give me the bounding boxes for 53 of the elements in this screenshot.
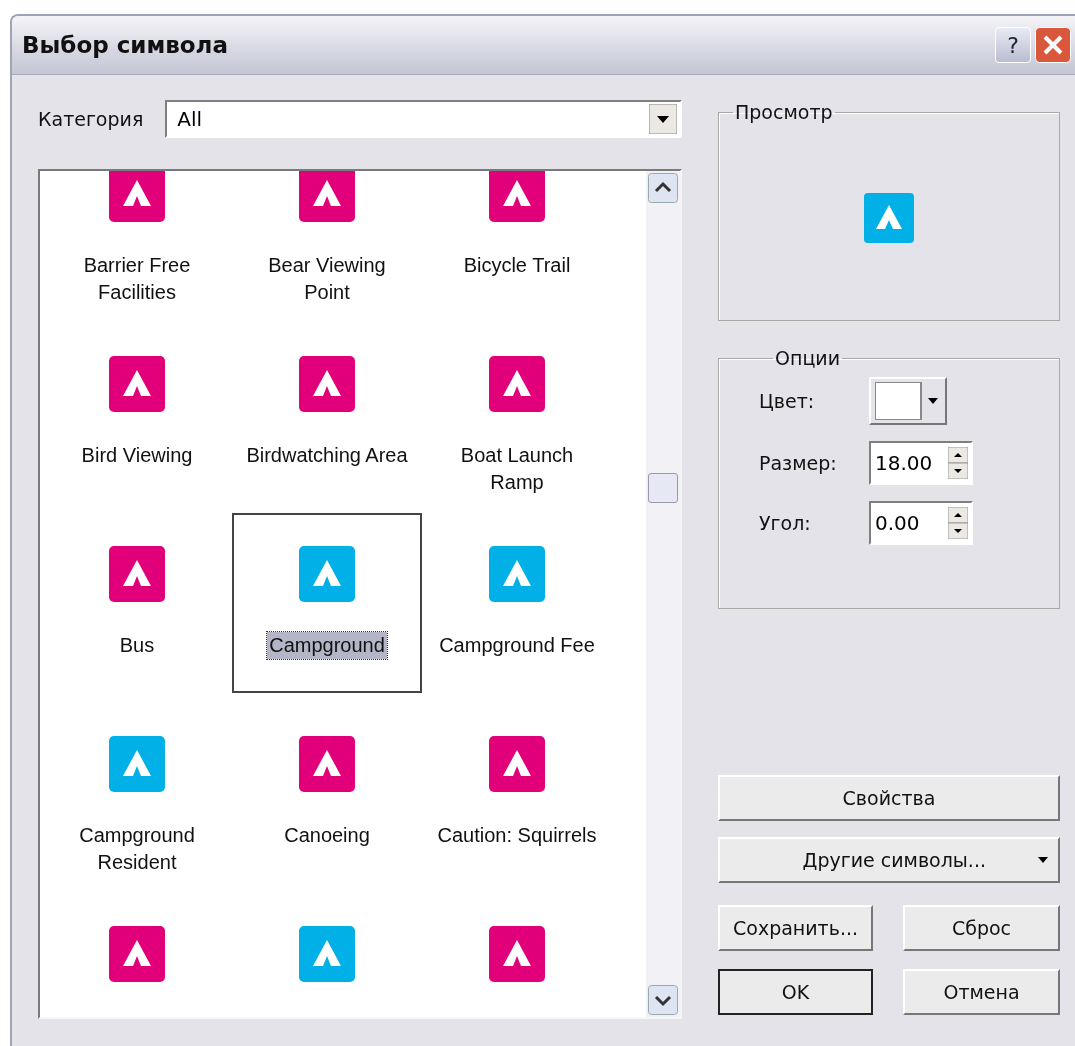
symbol-item[interactable]: Bicycle Trail [422, 171, 612, 323]
save-button[interactable]: Сохранить... [718, 905, 873, 951]
symbol-item[interactable]: Campground [232, 513, 422, 693]
more-symbols-button[interactable]: Другие символы... [718, 837, 1060, 883]
cancel-button[interactable]: Отмена [903, 969, 1060, 1015]
scroll-up-button[interactable] [648, 173, 678, 203]
symbol-item[interactable]: Campground Fee [422, 513, 612, 703]
scroll-down-button[interactable] [648, 985, 678, 1015]
scroll-thumb[interactable] [648, 473, 678, 503]
color-swatch [875, 382, 922, 420]
symbol-item[interactable]: Caution: Squirrels [422, 703, 612, 893]
symbol-item[interactable]: Bear Viewing Point [232, 171, 422, 323]
symbol-label: Campground [267, 632, 387, 659]
symbol-label: Bus [119, 633, 155, 658]
color-picker-button[interactable] [869, 377, 947, 425]
scrollbar[interactable] [646, 171, 680, 1017]
properties-button[interactable]: Свойства [718, 775, 1060, 821]
size-label: Размер: [759, 452, 838, 474]
color-label: Цвет: [759, 390, 816, 412]
symbol-label: Campground Fee [439, 633, 595, 658]
help-button[interactable]: ? [995, 27, 1031, 63]
reset-button[interactable]: Сброс [903, 905, 1060, 951]
window-title: Выбор символа [22, 32, 228, 58]
symbol-label: Birdwatching Area [246, 443, 408, 468]
close-icon[interactable] [1035, 27, 1071, 63]
symbol-label: Canoeing [284, 823, 370, 848]
angle-spinner[interactable]: 0.00 [869, 501, 973, 545]
symbol-item[interactable]: Bird Viewing [42, 323, 232, 513]
symbol-label: Bear Viewing Point [267, 253, 387, 305]
dropdown-arrow-icon[interactable] [649, 104, 677, 134]
symbol-item[interactable]: Bus [42, 513, 232, 703]
symbol-label: Campground Resident [78, 823, 196, 875]
symbol-label: Bird Viewing [81, 443, 193, 468]
category-dropdown[interactable]: All [165, 100, 682, 138]
caret-icon [1038, 857, 1048, 863]
spin-arrows-icon[interactable] [948, 507, 968, 539]
group-title: Просмотр [734, 101, 834, 123]
symbol-item[interactable]: Campground Resident [42, 703, 232, 893]
symbol-label: Boat Launch Ramp [459, 443, 575, 495]
size-spinner[interactable]: 18.00 [869, 441, 973, 485]
spin-arrows-icon[interactable] [948, 447, 968, 479]
symbol-item[interactable]: Barrier Free Facilities [42, 171, 232, 323]
angle-label: Угол: [759, 512, 812, 534]
symbol-item[interactable]: Boat Launch Ramp [422, 323, 612, 513]
caret-icon [928, 398, 938, 404]
group-title: Опции [774, 347, 841, 369]
ok-button[interactable]: OK [718, 969, 873, 1015]
category-label: Категория [38, 108, 144, 130]
symbol-item[interactable]: Canoeing [232, 703, 422, 893]
symbol-label: Barrier Free Facilities [82, 253, 192, 305]
symbol-label: Bicycle Trail [463, 253, 571, 278]
symbol-label: Caution: Squirrels [437, 823, 597, 848]
symbol-item[interactable]: Birdwatching Area [232, 323, 422, 513]
